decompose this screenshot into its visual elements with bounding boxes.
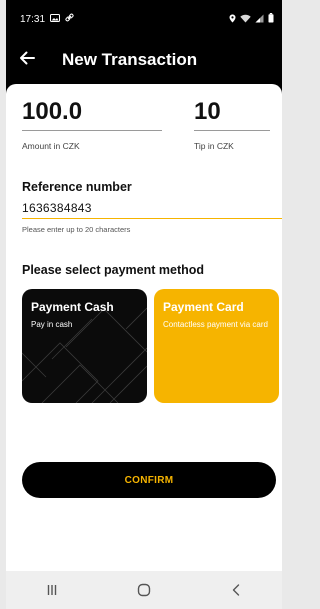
confirm-button[interactable]: CONFIRM <box>22 462 276 498</box>
gallery-icon <box>50 13 61 25</box>
home-icon[interactable] <box>129 575 159 605</box>
nav-back-icon[interactable] <box>221 575 251 605</box>
payment-cash-card[interactable]: Payment Cash Pay in cash <box>22 289 147 403</box>
link-icon <box>65 13 74 25</box>
amount-input[interactable]: 100.0 <box>22 98 162 131</box>
payment-cash-title: Payment Cash <box>31 300 114 314</box>
payment-card-card[interactable]: Payment Card Contactless payment via car… <box>154 289 279 403</box>
reference-hint: Please enter up to 20 characters <box>22 225 131 234</box>
app-bar: New Transaction <box>6 38 282 82</box>
payment-cash-subtitle: Pay in cash <box>31 320 73 329</box>
battery-icon <box>268 13 274 25</box>
phone-screen: 17:31 New Transaction 100.0 Amount in CZ… <box>6 0 282 609</box>
transaction-form: 100.0 Amount in CZK 10 Tip in CZK Refere… <box>6 84 282 609</box>
amount-label: Amount in CZK <box>22 141 80 151</box>
tip-input[interactable]: 10 <box>194 98 270 131</box>
reference-input[interactable]: 1636384843 <box>22 201 282 219</box>
payment-card-title: Payment Card <box>163 300 244 314</box>
recents-icon[interactable] <box>37 575 67 605</box>
status-bar: 17:31 <box>6 0 282 38</box>
system-nav-bar <box>6 571 282 609</box>
status-time: 17:31 <box>20 13 46 25</box>
back-button[interactable] <box>6 38 48 82</box>
payment-card-subtitle: Contactless payment via card <box>163 320 268 329</box>
tip-label: Tip in CZK <box>194 141 234 151</box>
reference-title: Reference number <box>22 180 132 194</box>
signal-icon <box>255 14 264 25</box>
amount-row: 100.0 Amount in CZK 10 Tip in CZK <box>22 98 270 158</box>
location-icon <box>229 14 236 25</box>
wifi-icon <box>240 14 251 25</box>
payment-method-title: Please select payment method <box>22 263 205 277</box>
back-arrow-icon <box>19 51 35 70</box>
page-title: New Transaction <box>62 50 198 69</box>
